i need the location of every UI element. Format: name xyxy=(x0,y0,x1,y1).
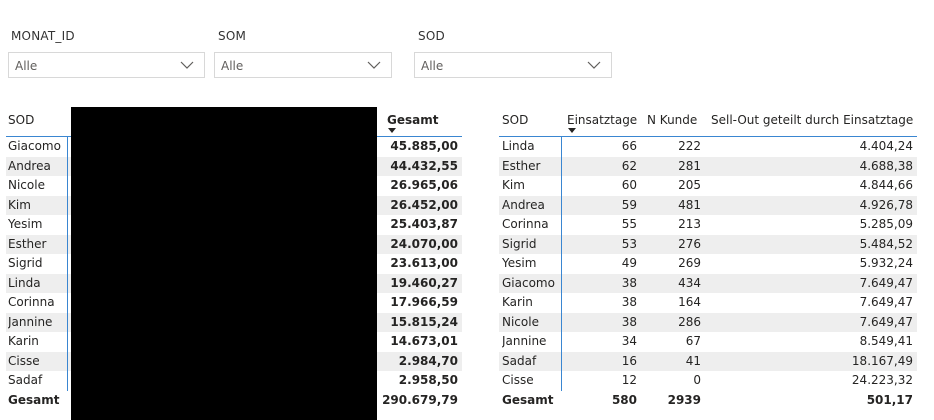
n-kunde-cell: 0 xyxy=(693,373,701,387)
ratio-cell: 5.484,52 xyxy=(859,236,913,251)
einsatztage-cell: 62 xyxy=(621,158,637,173)
ratio-cell: 24.223,32 xyxy=(851,373,913,387)
ratio-cell: 7.649,47 xyxy=(859,314,913,329)
n-kunde-cell: 67 xyxy=(685,334,701,348)
einsatztage-cell: 38 xyxy=(621,295,637,309)
sod-name-cell: Nicole xyxy=(502,314,539,329)
ratio-cell: 4.926,78 xyxy=(859,197,913,212)
n-kunde-cell: 269 xyxy=(678,256,701,270)
sod-name-cell: Esther xyxy=(502,158,541,173)
einsatztage-cell: 34 xyxy=(621,334,637,348)
ratio-cell: 5.285,09 xyxy=(859,217,913,231)
einsatztage-cell: 38 xyxy=(621,275,637,290)
sod-name-cell: Karin xyxy=(502,295,533,309)
sod-name-cell: Corinna xyxy=(502,217,549,231)
einsatztage-cell: 16 xyxy=(621,353,637,368)
ratio-cell: 4.688,38 xyxy=(859,158,913,173)
sod-name-cell: Kim xyxy=(502,178,525,192)
ratio-cell: 7.649,47 xyxy=(859,295,913,309)
n-kunde-cell: 434 xyxy=(678,275,701,290)
einsatztage-total-cell: 580 xyxy=(611,392,637,407)
column-header-n-kunde[interactable]: N Kunde xyxy=(647,112,697,128)
ratio-total-cell: 501,17 xyxy=(866,392,913,407)
sod-name-cell: Sadaf xyxy=(502,353,537,368)
sod-name-cell: Andrea xyxy=(502,197,545,212)
n-kunde-cell: 481 xyxy=(678,197,701,212)
sort-descending-icon xyxy=(568,128,576,133)
einsatztage-cell: 49 xyxy=(621,256,637,270)
n-kunde-cell: 222 xyxy=(678,139,701,153)
ratio-cell: 4.844,66 xyxy=(859,178,913,192)
n-kunde-cell: 276 xyxy=(678,236,701,251)
einsatztage-cell: 12 xyxy=(621,373,637,387)
table-total-row: Gesamt 580 2939 501,17 xyxy=(499,391,917,411)
ratio-cell: 7.649,47 xyxy=(859,275,913,290)
sod-name-cell: Yesim xyxy=(502,256,537,270)
ratio-cell: 5.932,24 xyxy=(859,256,913,270)
n-kunde-cell: 286 xyxy=(678,314,701,329)
sod-name-cell: Linda xyxy=(502,139,535,153)
sod-name-cell: Sigrid xyxy=(502,236,537,251)
column-header-einsatztage[interactable]: Einsatztage xyxy=(567,112,637,128)
einsatztage-cell: 59 xyxy=(621,197,637,212)
einsatztage-cell: 53 xyxy=(621,236,637,251)
sod-name-cell: Jannine xyxy=(502,334,547,348)
ratio-cell: 8.549,41 xyxy=(859,334,913,348)
n-kunde-cell: 205 xyxy=(678,178,701,192)
n-kunde-cell: 281 xyxy=(678,158,701,173)
einsatztage-cell: 66 xyxy=(621,139,637,153)
einsatztage-cell: 55 xyxy=(621,217,637,231)
einsatztage-cell: 38 xyxy=(621,314,637,329)
column-divider xyxy=(561,137,562,391)
n-kunde-total-cell: 2939 xyxy=(667,392,701,407)
column-header-sell-out-ratio[interactable]: Sell-Out geteilt durch Einsatztage xyxy=(711,112,913,128)
ratio-cell: 4.404,24 xyxy=(859,139,913,153)
right-table: SOD Einsatztage N Kunde Sell-Out geteilt… xyxy=(0,0,934,420)
n-kunde-cell: 41 xyxy=(685,353,701,368)
sod-name-cell: Giacomo xyxy=(502,275,555,290)
column-header-sod[interactable]: SOD xyxy=(502,112,528,128)
einsatztage-cell: 60 xyxy=(621,178,637,192)
n-kunde-cell: 164 xyxy=(678,295,701,309)
n-kunde-cell: 213 xyxy=(678,217,701,231)
sod-name-cell: Cisse xyxy=(502,373,534,387)
ratio-cell: 18.167,49 xyxy=(851,353,913,368)
total-label: Gesamt xyxy=(502,392,554,407)
